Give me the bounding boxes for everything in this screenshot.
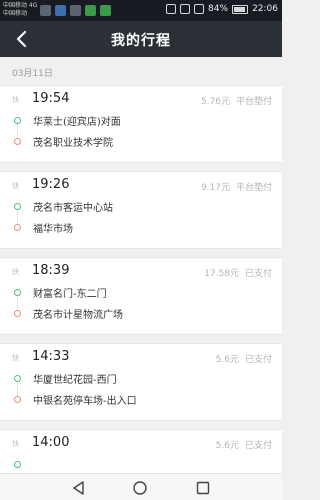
trip-origin: 华莱士(迎宾店)对面 bbox=[33, 117, 121, 128]
trip-status: 已支付 bbox=[244, 355, 272, 365]
nav-back-button[interactable] bbox=[70, 479, 88, 497]
trip-destination: 茂名市计星物流广场 bbox=[33, 310, 123, 321]
trip-time: 14:00 bbox=[32, 435, 70, 450]
carrier-info: 中国移动 4G 中国移动 bbox=[3, 2, 37, 18]
date-group-header: 03月11日 bbox=[12, 69, 53, 79]
signal-icon bbox=[194, 4, 205, 14]
system-nav-bar bbox=[0, 473, 282, 500]
route-line bbox=[17, 382, 18, 396]
square-recent-icon bbox=[196, 481, 210, 495]
trip-price: 5.6元 bbox=[215, 441, 239, 451]
trip-header: 快 18:39 17.58元 已支付 bbox=[0, 258, 282, 280]
trip-status: 已支付 bbox=[244, 441, 272, 451]
trip-destination: 福华市场 bbox=[33, 224, 73, 235]
trip-origin: 茂名市客运中心站 bbox=[33, 203, 113, 214]
trip-type-tag: 快 bbox=[12, 440, 19, 448]
vibrate-icon bbox=[166, 4, 177, 14]
route-line bbox=[17, 296, 18, 310]
trip-destination: 中银名苑停车场-出入口 bbox=[33, 396, 137, 407]
trip-type-tag: 快 bbox=[12, 268, 19, 276]
trip-fee: 5.6元 已支付 bbox=[216, 352, 272, 365]
route-line bbox=[17, 124, 18, 138]
route-line bbox=[17, 210, 18, 224]
trip-destination: 茂名职业技术学院 bbox=[33, 138, 113, 149]
trip-card[interactable]: 快 14:33 5.6元 已支付 华厦世纪花园-西门 中银名苑停车场-出入口 bbox=[0, 343, 282, 421]
circle-home-icon bbox=[133, 481, 147, 495]
app-notification-icon bbox=[70, 5, 81, 16]
trip-card[interactable]: 快 19:54 5.76元 平台垫付 华莱士(迎宾店)对面 茂名职业技术学院 bbox=[0, 85, 282, 163]
trip-status: 平台垫付 bbox=[235, 97, 272, 107]
trip-type-tag: 快 bbox=[12, 96, 19, 104]
wechat-icon bbox=[100, 5, 111, 16]
trip-header: 快 19:54 5.76元 平台垫付 bbox=[0, 86, 282, 108]
start-point-icon bbox=[14, 203, 21, 210]
page-title: 我的行程 bbox=[111, 33, 171, 49]
trip-price: 9.17元 bbox=[200, 183, 230, 193]
end-point-icon bbox=[14, 310, 21, 317]
trip-price: 5.6元 bbox=[215, 355, 239, 365]
clock: 22:06 bbox=[252, 4, 278, 14]
trip-card[interactable]: 快 18:39 17.58元 已支付 财富名门-东二门 茂名市计星物流广场 bbox=[0, 257, 282, 335]
trip-origin: 华厦世纪花园-西门 bbox=[33, 375, 117, 386]
end-point-icon bbox=[14, 396, 21, 403]
trip-origin: 财富名门-东二门 bbox=[33, 289, 107, 300]
trip-fee: 9.17元 平台垫付 bbox=[201, 180, 272, 193]
start-point-icon bbox=[14, 461, 21, 468]
start-point-icon bbox=[14, 117, 21, 124]
trip-header: 快 14:00 5.6元 已支付 bbox=[0, 430, 282, 452]
trip-status: 已支付 bbox=[244, 269, 272, 279]
battery-icon bbox=[232, 4, 249, 14]
trip-card[interactable]: 快 19:26 9.17元 平台垫付 茂名市客运中心站 福华市场 bbox=[0, 171, 282, 249]
title-bar: 我的行程 bbox=[0, 21, 282, 57]
carrier-line2: 中国移动 bbox=[3, 10, 28, 17]
start-point-icon bbox=[14, 289, 21, 296]
wechat-icon bbox=[85, 5, 96, 16]
trip-fee: 5.76元 平台垫付 bbox=[201, 94, 272, 107]
notification-icons bbox=[40, 5, 111, 16]
trip-fee: 17.58元 已支付 bbox=[204, 266, 272, 279]
trip-price: 5.76元 bbox=[200, 97, 230, 107]
trip-card[interactable]: 快 14:00 5.6元 已支付 bbox=[0, 429, 282, 473]
trip-fee: 5.6元 已支付 bbox=[216, 438, 272, 451]
trip-type-tag: 快 bbox=[12, 182, 19, 190]
app-notification-icon bbox=[40, 5, 51, 16]
nav-recent-button[interactable] bbox=[194, 479, 212, 497]
wifi-icon bbox=[180, 4, 191, 14]
trip-time: 19:54 bbox=[32, 91, 70, 106]
end-point-icon bbox=[14, 138, 21, 145]
triangle-back-icon bbox=[73, 481, 84, 495]
trip-header: 快 19:26 9.17元 平台垫付 bbox=[0, 172, 282, 194]
app-notification-icon bbox=[55, 5, 66, 16]
battery-percent: 84% bbox=[208, 4, 229, 14]
trip-price: 17.58元 bbox=[204, 269, 239, 279]
system-status: 84% 22:06 bbox=[166, 4, 278, 14]
trip-time: 14:33 bbox=[32, 349, 70, 364]
trip-type-tag: 快 bbox=[12, 354, 19, 362]
status-bar: 中国移动 4G 中国移动 84% 22:06 bbox=[0, 0, 282, 21]
start-point-icon bbox=[14, 375, 21, 382]
trip-status: 平台垫付 bbox=[235, 183, 272, 193]
end-point-icon bbox=[14, 224, 21, 231]
trip-list[interactable]: 03月11日 快 19:54 5.76元 平台垫付 华莱士(迎宾店)对面 茂名职业… bbox=[0, 57, 282, 473]
trip-header: 快 14:33 5.6元 已支付 bbox=[0, 344, 282, 366]
nav-home-button[interactable] bbox=[131, 479, 149, 497]
trip-time: 19:26 bbox=[32, 177, 70, 192]
carrier-line1: 中国移动 4G bbox=[3, 2, 38, 9]
trip-time: 18:39 bbox=[32, 263, 70, 278]
